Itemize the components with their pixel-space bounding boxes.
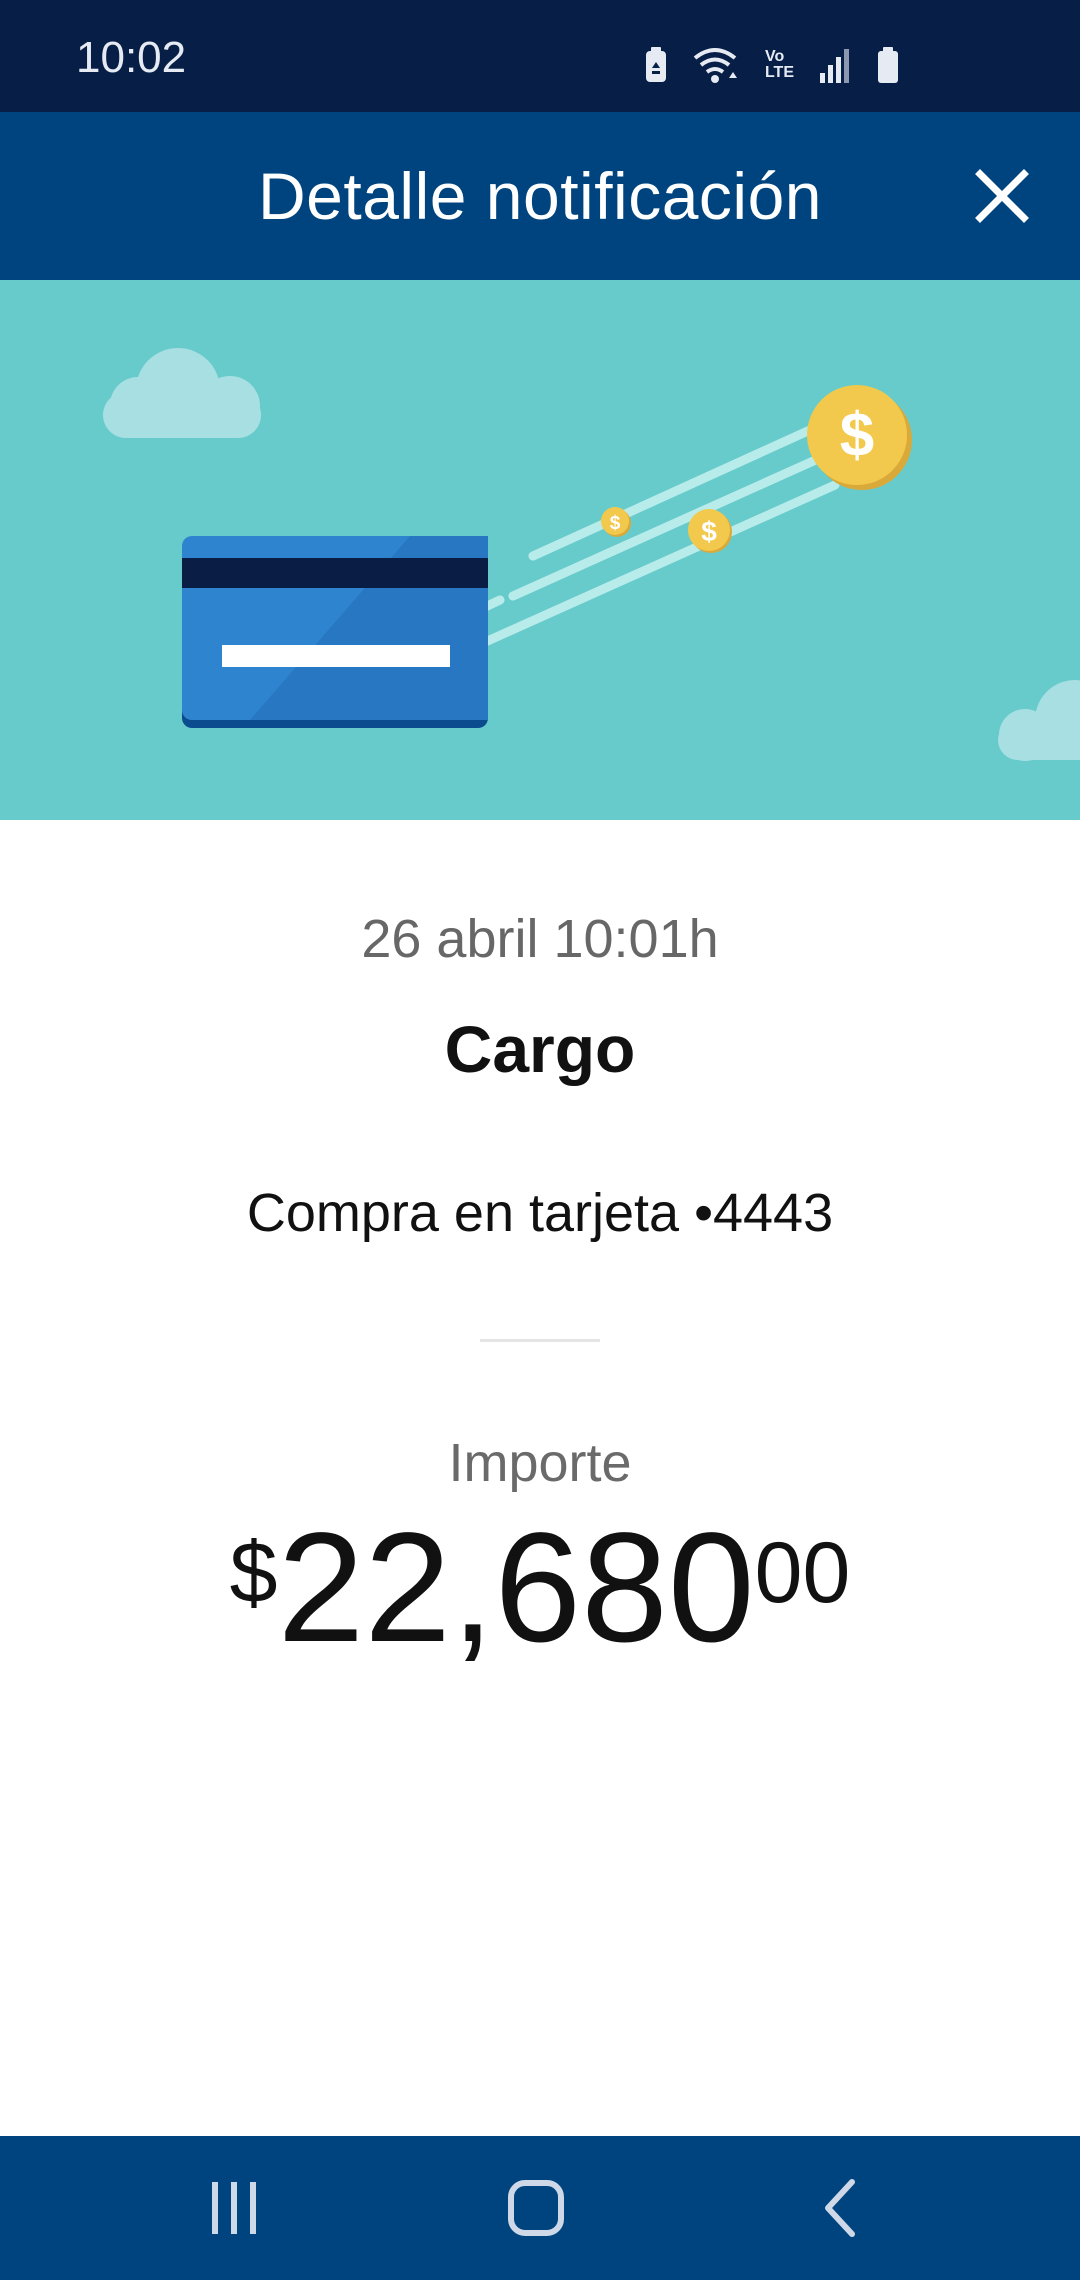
battery-saver-icon — [645, 47, 666, 82]
coin-medium-symbol: $ — [701, 516, 717, 547]
recent-apps-button[interactable] — [202, 2176, 266, 2240]
signal-icon — [820, 49, 849, 83]
status-time: 10:02 — [76, 33, 187, 82]
close-icon — [975, 169, 1029, 223]
hero-banner: $ $ $ — [0, 280, 1080, 820]
amount-main: 22,680 — [277, 1501, 755, 1675]
amount-currency: $ — [229, 1525, 278, 1621]
back-icon — [825, 2179, 855, 2237]
recent-apps-icon — [212, 2182, 256, 2234]
close-button[interactable] — [966, 160, 1038, 232]
credit-card-coins-illustration: $ $ $ — [103, 348, 1080, 761]
volte-icon: Vo LTE — [765, 49, 794, 81]
volte-top-label: Vo — [764, 48, 785, 65]
notification-datetime: 26 abril 10:01h — [361, 909, 719, 969]
coin-small-symbol: $ — [610, 513, 621, 534]
back-button[interactable] — [810, 2176, 874, 2240]
credit-card-icon — [182, 536, 488, 728]
coin-large-icon: $ — [807, 385, 912, 490]
amount-label: Importe — [448, 1433, 632, 1493]
motion-streaks — [458, 425, 840, 657]
status-bar: 10:02 Vo LTE — [0, 0, 1080, 112]
coin-large-symbol: $ — [840, 401, 874, 470]
amount-value: $22,68000 — [0, 1510, 1080, 1666]
status-icons: Vo LTE — [643, 46, 900, 84]
navigation-bar — [0, 2136, 1080, 2280]
transaction-type: Cargo — [444, 1012, 636, 1086]
volte-bottom-label: LTE — [764, 64, 794, 81]
wifi-icon — [693, 48, 737, 84]
transaction-description: Compra en tarjeta •4443 — [246, 1183, 834, 1243]
header-bar: Detalle notificación — [0, 112, 1080, 280]
home-icon — [508, 2180, 564, 2236]
home-button[interactable] — [504, 2176, 568, 2240]
cloud-left-icon — [103, 348, 261, 438]
amount-cents: 00 — [754, 1525, 851, 1621]
cloud-right-icon — [998, 680, 1080, 761]
page-title: Detalle notificación — [258, 159, 822, 233]
battery-icon — [878, 47, 898, 83]
divider — [480, 1339, 600, 1342]
